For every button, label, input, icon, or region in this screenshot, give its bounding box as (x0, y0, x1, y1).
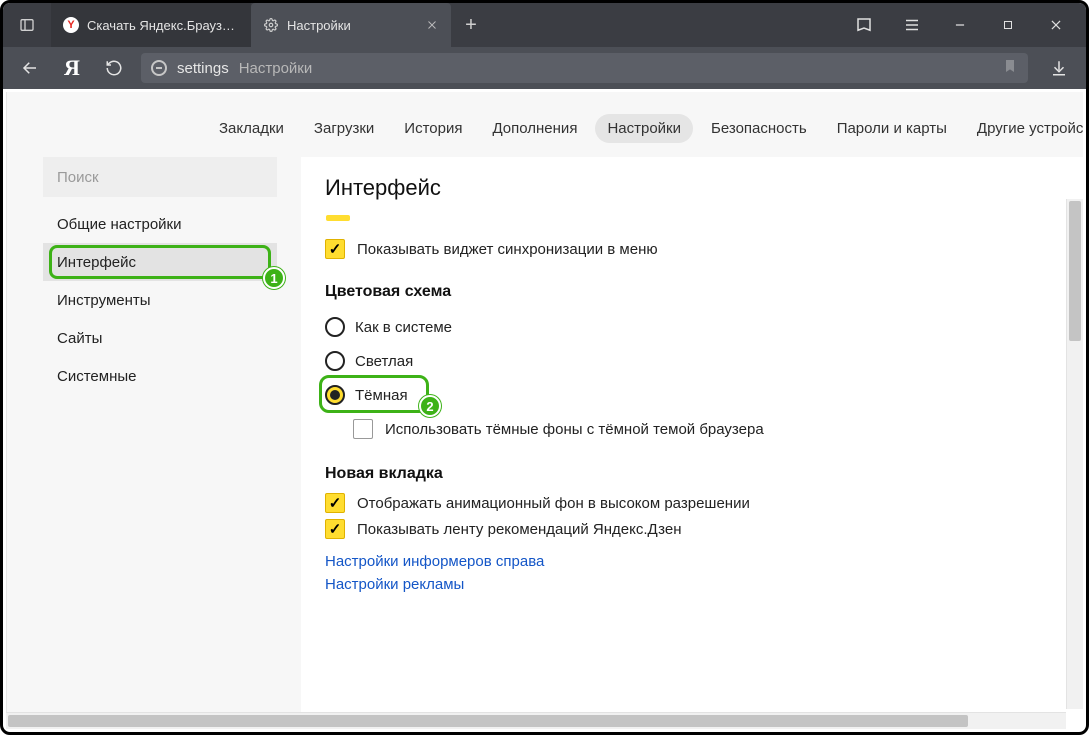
settings-topnav: Закладки Загрузки История Дополнения Нас… (207, 92, 1083, 157)
label-zen-feed: Показывать ленту рекомендаций Яндекс.Дзе… (357, 521, 682, 538)
nav-bookmarks[interactable]: Закладки (207, 114, 296, 143)
back-button[interactable] (11, 49, 49, 87)
window-maximize-button[interactable] (984, 3, 1032, 47)
yandex-home-button[interactable]: Я (53, 49, 91, 87)
nav-other-devices[interactable]: Другие устройс (965, 114, 1089, 143)
subheading-new-tab: Новая вкладка (325, 465, 1059, 483)
checkbox-hq-animation[interactable] (325, 493, 345, 513)
horizontal-scroll-thumb[interactable] (8, 715, 968, 727)
section-accent (326, 215, 350, 221)
reload-button[interactable] (95, 49, 133, 87)
vertical-scroll-thumb[interactable] (1069, 201, 1081, 341)
tab-settings[interactable]: Настройки (251, 3, 451, 47)
nav-settings[interactable]: Настройки (595, 114, 693, 143)
nav-history[interactable]: История (392, 114, 474, 143)
yandex-favicon-icon: Y (63, 17, 79, 33)
address-bar[interactable]: settings Настройки (141, 53, 1028, 83)
panel-toggle-button[interactable] (3, 3, 51, 47)
window-minimize-button[interactable] (936, 3, 984, 47)
sidebar-item-tools[interactable]: Инструменты (43, 281, 277, 319)
tab-title: Скачать Яндекс.Браузер д (87, 18, 239, 33)
tab-strip: Y Скачать Яндекс.Браузер д Настройки + (51, 3, 840, 47)
toolbar: Я settings Настройки (3, 47, 1086, 89)
titlebar: Y Скачать Яндекс.Браузер д Настройки + (3, 3, 1086, 47)
checkbox-sync-widget[interactable] (325, 239, 345, 259)
menu-icon[interactable] (888, 3, 936, 47)
address-page: Настройки (239, 60, 313, 77)
checkbox-dark-backgrounds[interactable] (353, 419, 373, 439)
section-title: Интерфейс (325, 175, 1059, 201)
label-hq-animation: Отображать анимационный фон в высоком ра… (357, 495, 750, 512)
window-controls (840, 3, 1080, 47)
sidebar-item-interface[interactable]: Интерфейс 1 (43, 243, 277, 281)
annotation-badge-2: 2 (419, 395, 441, 417)
gear-icon (263, 17, 279, 33)
reader-mode-icon[interactable] (840, 3, 888, 47)
radio-color-light[interactable] (325, 351, 345, 371)
radio-color-system[interactable] (325, 317, 345, 337)
settings-sidebar: Поиск Общие настройки Интерфейс 1 Инстру… (43, 157, 277, 729)
radio-color-dark[interactable] (325, 385, 345, 405)
sidebar-item-sites[interactable]: Сайты (43, 319, 277, 357)
annotation-badge-1: 1 (263, 267, 285, 289)
sidebar-item-label: Интерфейс (57, 254, 136, 271)
tab-title: Настройки (287, 18, 417, 33)
page-content: Закладки Загрузки История Дополнения Нас… (6, 92, 1083, 729)
nav-security[interactable]: Безопасность (699, 114, 819, 143)
nav-passwords[interactable]: Пароли и карты (825, 114, 959, 143)
vertical-scrollbar[interactable] (1066, 199, 1083, 709)
label-color-system: Как в системе (355, 319, 452, 336)
nav-addons[interactable]: Дополнения (480, 114, 589, 143)
link-ads-settings[interactable]: Настройки рекламы (325, 576, 1059, 593)
settings-main-panel: Интерфейс Показывать виджет синхронизаци… (301, 157, 1083, 729)
sidebar-item-general[interactable]: Общие настройки (43, 205, 277, 243)
link-informers-settings[interactable]: Настройки информеров справа (325, 553, 1059, 570)
close-tab-icon[interactable] (425, 18, 439, 32)
site-info-icon[interactable] (151, 60, 167, 76)
checkbox-zen-feed[interactable] (325, 519, 345, 539)
horizontal-scrollbar[interactable] (6, 712, 1066, 729)
nav-downloads[interactable]: Загрузки (302, 114, 386, 143)
bookmark-icon[interactable] (1002, 58, 1018, 79)
settings-search-input[interactable]: Поиск (43, 157, 277, 197)
label-color-dark: Тёмная (355, 387, 408, 404)
address-path: settings (177, 60, 229, 77)
tab-yandex-download[interactable]: Y Скачать Яндекс.Браузер д (51, 3, 251, 47)
subheading-color-scheme: Цветовая схема (325, 283, 1059, 301)
label-sync-widget: Показывать виджет синхронизации в меню (357, 241, 658, 258)
new-tab-button[interactable]: + (451, 3, 491, 47)
window-close-button[interactable] (1032, 3, 1080, 47)
sidebar-item-system[interactable]: Системные (43, 357, 277, 395)
label-color-light: Светлая (355, 353, 413, 370)
label-dark-backgrounds: Использовать тёмные фоны с тёмной темой … (385, 421, 764, 438)
downloads-button[interactable] (1040, 49, 1078, 87)
